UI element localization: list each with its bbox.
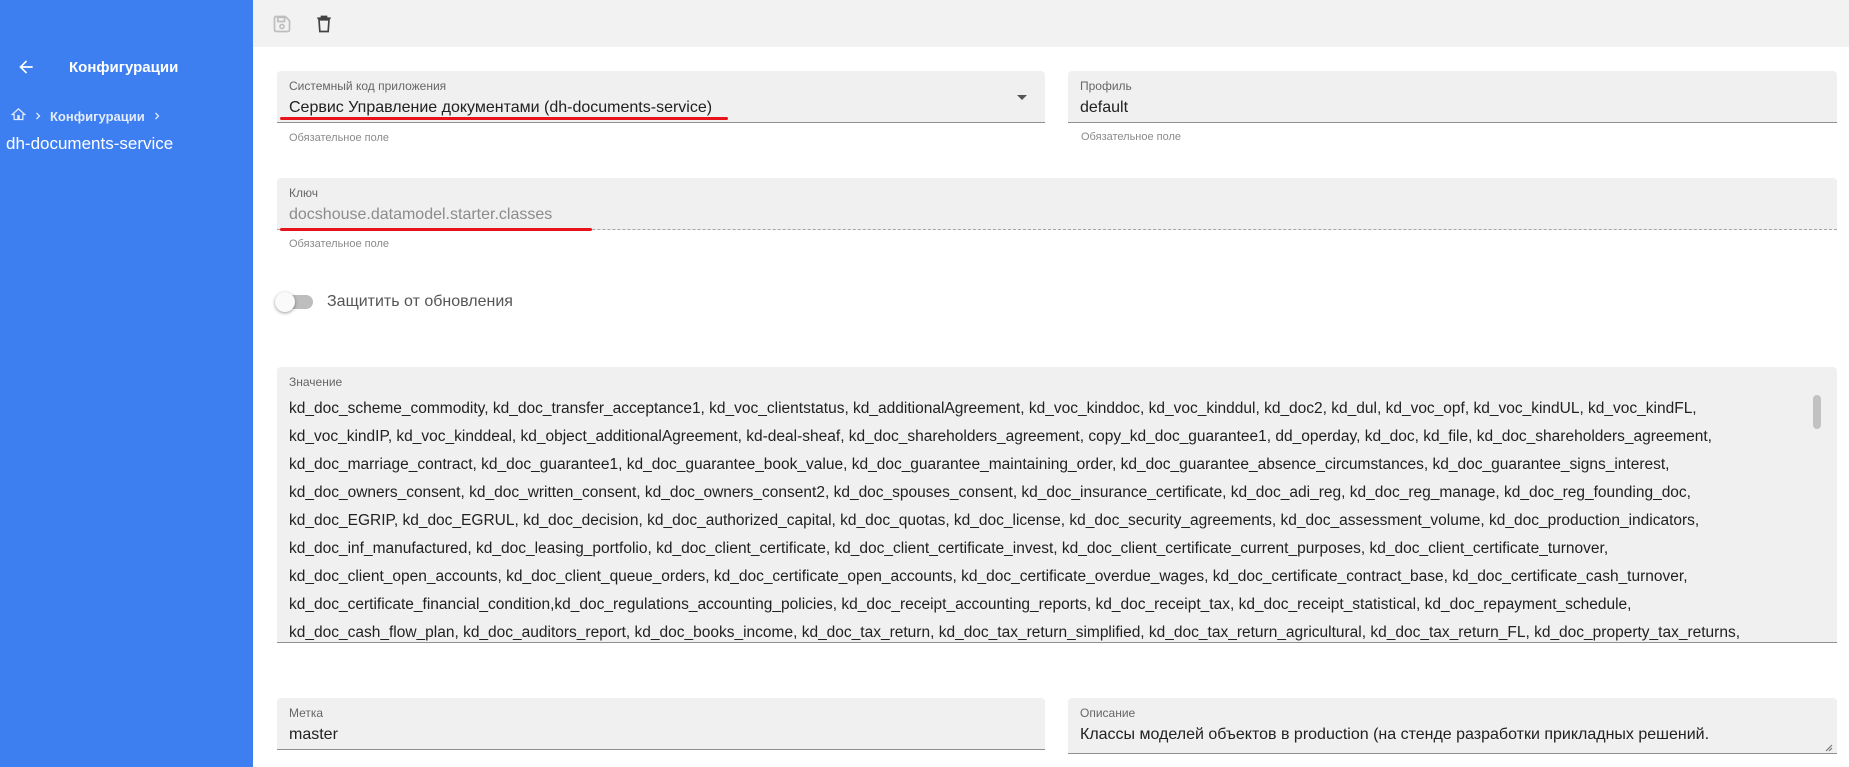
breadcrumb: Конфигурации xyxy=(10,107,169,125)
sidebar: Конфигурации Конфигурации dh-documents-s… xyxy=(0,0,253,767)
dropdown-arrow-icon[interactable] xyxy=(1017,95,1027,100)
tag-value: master xyxy=(289,726,338,743)
key-hint: Обязательное поле xyxy=(289,238,390,250)
save-icon[interactable] xyxy=(267,9,297,39)
red-underline-annotation xyxy=(280,117,728,120)
toggle-thumb[interactable] xyxy=(275,292,295,312)
chevron-right-icon xyxy=(32,110,44,122)
profile-label: Профиль xyxy=(1080,79,1132,93)
value-label: Значение xyxy=(289,375,343,389)
app-code-hint: Обязательное поле xyxy=(289,132,390,144)
app-code-value: Сервис Управление документами (dh-docume… xyxy=(289,99,713,116)
sidebar-title: Конфигурации xyxy=(69,58,179,76)
tag-label: Метка xyxy=(289,706,324,720)
protect-toggle-label: Защитить от обновления xyxy=(327,293,513,310)
key-field: Ключ docshouse.datamodel.starter.classes xyxy=(277,178,1837,230)
app-code-select[interactable]: Системный код приложения Сервис Управлен… xyxy=(277,71,1045,123)
key-label: Ключ xyxy=(289,186,318,200)
description-field[interactable]: Описание Классы моделей объектов в produ… xyxy=(1068,698,1837,754)
protect-toggle[interactable]: Защитить от обновления xyxy=(275,292,513,312)
key-value: docshouse.datamodel.starter.classes xyxy=(289,206,553,223)
app-code-label: Системный код приложения xyxy=(289,79,447,93)
value-textarea[interactable]: Значение kd_doc_scheme_commodity, kd_doc… xyxy=(277,367,1837,643)
breadcrumb-link-configurations[interactable]: Конфигурации xyxy=(50,109,145,124)
description-label: Описание xyxy=(1080,706,1136,720)
profile-hint: Обязательное поле xyxy=(1081,131,1182,143)
delete-icon[interactable] xyxy=(309,9,339,39)
resize-handle-icon[interactable] xyxy=(1823,739,1833,752)
description-value: Классы моделей объектов в production (на… xyxy=(1080,726,1710,743)
textarea-scrollbar[interactable] xyxy=(1813,395,1821,429)
toolbar xyxy=(253,0,1849,47)
sidebar-header: Конфигурации xyxy=(14,52,178,82)
value-text[interactable]: kd_doc_scheme_commodity, kd_doc_transfer… xyxy=(289,395,1789,642)
toggle-track[interactable] xyxy=(275,292,313,312)
chevron-right-icon xyxy=(151,110,163,122)
profile-value: default xyxy=(1080,99,1129,116)
current-page-name: dh-documents-service xyxy=(6,134,174,153)
home-icon[interactable] xyxy=(10,107,27,125)
back-arrow-icon[interactable] xyxy=(14,55,38,79)
profile-field[interactable]: Профиль default xyxy=(1068,71,1837,123)
red-underline-annotation xyxy=(280,228,592,231)
tag-field[interactable]: Метка master xyxy=(277,698,1045,750)
